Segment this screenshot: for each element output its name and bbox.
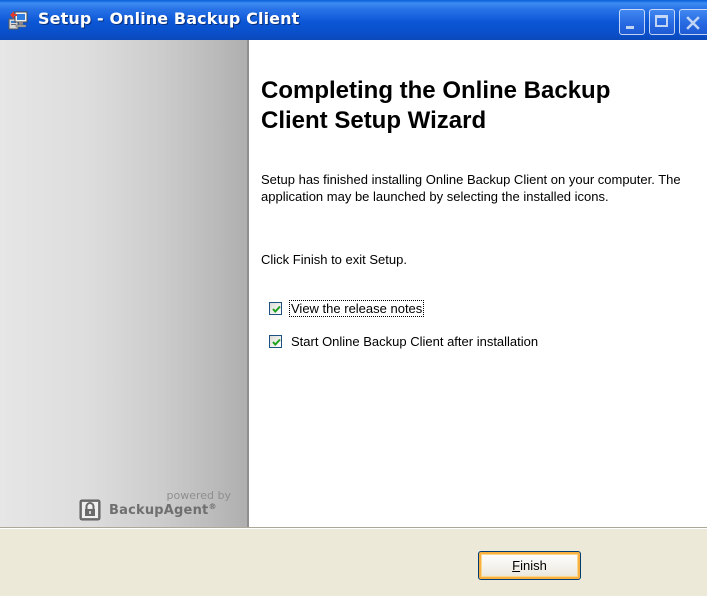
button-panel (0, 529, 707, 596)
release-notes-option[interactable]: View the release notes (269, 299, 425, 317)
backupagent-logo: powered by BackupAgent® (79, 489, 239, 523)
finished-message: Setup has finished installing Online Bac… (261, 172, 681, 204)
checkmark-icon (272, 305, 281, 313)
release-notes-label[interactable]: View the release notes (288, 299, 425, 317)
finish-button[interactable]: Finish (478, 551, 581, 580)
start-client-checkbox[interactable] (269, 334, 282, 348)
brand-name: BackupAgent® (109, 502, 217, 518)
lock-icon (79, 499, 101, 521)
checkmark-icon (272, 338, 281, 346)
powered-by-text: powered by (166, 489, 232, 502)
brand-name-text: BackupAgent (109, 503, 209, 518)
wizard-sidebar-banner (0, 40, 249, 527)
window-title: Setup - Online Backup Client (38, 9, 300, 28)
wizard-content: Completing the Online Backup Client Setu… (249, 40, 707, 527)
maximize-icon[interactable] (649, 9, 675, 35)
start-client-option[interactable]: Start Online Backup Client after install… (269, 332, 538, 350)
start-client-label[interactable]: Start Online Backup Client after install… (291, 334, 538, 349)
title-bar[interactable]: Setup - Online Backup Client (0, 0, 707, 40)
setup-window: Setup - Online Backup Client powered by … (0, 0, 707, 596)
minimize-icon[interactable] (619, 9, 645, 35)
finish-mnemonic: F (512, 558, 521, 573)
registered-mark: ® (208, 502, 217, 511)
release-notes-checkbox[interactable] (269, 301, 282, 315)
close-icon[interactable] (679, 9, 707, 35)
exit-instruction: Click Finish to exit Setup. (261, 252, 407, 267)
page-title: Completing the Online Backup Client Setu… (261, 77, 611, 134)
setup-installer-icon[interactable] (8, 9, 30, 31)
finish-label: inish (520, 558, 547, 573)
